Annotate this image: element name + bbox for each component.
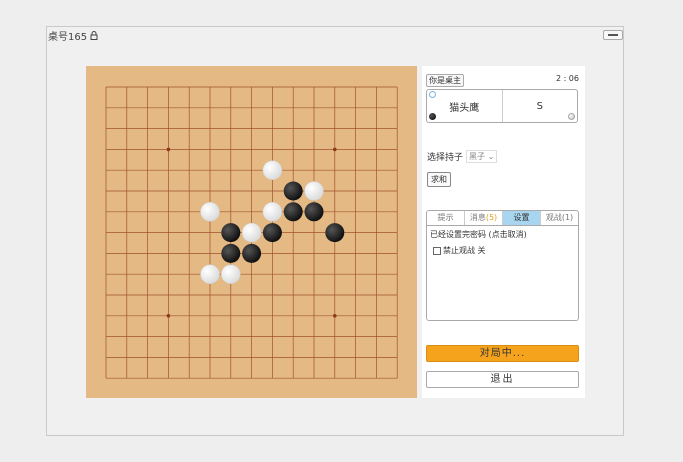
white-stone xyxy=(241,222,262,243)
players-box: 猫头鹰 S xyxy=(426,89,578,123)
forbid-watch-label: 禁止观战 关 xyxy=(443,246,486,255)
star-point xyxy=(333,147,337,152)
white-stone xyxy=(262,160,283,180)
black-stone xyxy=(283,202,303,222)
tab-bar: 提示 消息(5) 设置 观战(1) xyxy=(427,211,578,226)
player-right: S xyxy=(501,90,578,122)
black-stone xyxy=(221,223,241,243)
white-stone xyxy=(200,202,220,222)
white-stone xyxy=(221,264,241,284)
player-left-name: 猫头鹰 xyxy=(449,102,480,114)
password-setting-link[interactable]: 已经设置完密码 (点击取消) xyxy=(430,229,575,240)
black-stone-icon xyxy=(429,113,436,120)
player-right-name: S xyxy=(536,100,543,112)
window-title: 桌号165 xyxy=(48,28,98,43)
black-stone xyxy=(325,223,345,243)
color-select-value: 黑子 xyxy=(469,152,486,161)
tab-hints[interactable]: 提示 xyxy=(427,211,465,225)
tab-spectators[interactable]: 观战(1) xyxy=(541,211,578,225)
draw-button[interactable]: 求和 xyxy=(427,172,451,187)
black-stone xyxy=(262,223,282,243)
lock-icon xyxy=(90,31,98,40)
checkbox[interactable] xyxy=(433,246,441,255)
choose-color-row: 选择持子 黑子 ⌄ xyxy=(427,150,498,163)
minimize-button[interactable] xyxy=(603,30,623,40)
tab-settings[interactable]: 设置 xyxy=(503,211,541,225)
black-stone xyxy=(304,202,324,222)
side-panel: 你是桌主 2 : 06 猫头鹰 S 选择持子 黑子 ⌄ 求和 提示 消息(5) … xyxy=(422,66,585,398)
star-point xyxy=(166,147,171,152)
white-stone xyxy=(304,181,324,201)
white-stone xyxy=(200,264,220,284)
black-stone xyxy=(221,243,241,263)
game-timer: 2 : 06 xyxy=(555,74,579,83)
color-select[interactable]: 黑子 ⌄ xyxy=(466,150,498,163)
white-stone xyxy=(262,202,283,222)
avatar-icon xyxy=(429,91,436,98)
black-stone xyxy=(283,181,303,201)
host-tag: 你是桌主 xyxy=(426,74,464,87)
tab-messages[interactable]: 消息(5) xyxy=(465,211,503,225)
tab-box: 提示 消息(5) 设置 观战(1) 已经设置完密码 (点击取消) 禁止观战 关 xyxy=(426,210,579,321)
game-status-button[interactable]: 对局中... xyxy=(426,345,579,362)
player-left: 猫头鹰 xyxy=(427,90,502,122)
white-stone-icon xyxy=(568,113,575,120)
forbid-watch-option[interactable]: 禁止观战 关 xyxy=(433,245,575,256)
board-grid[interactable] xyxy=(86,66,417,398)
exit-button[interactable]: 退出 xyxy=(426,371,579,388)
star-point xyxy=(333,314,337,318)
settings-content: 已经设置完密码 (点击取消) 禁止观战 关 xyxy=(427,226,578,259)
star-point xyxy=(166,314,171,318)
table-number: 桌号165 xyxy=(48,32,88,43)
chevron-down-icon: ⌄ xyxy=(487,152,495,161)
gomoku-board[interactable] xyxy=(86,66,417,398)
black-stone xyxy=(242,243,262,263)
choose-color-label: 选择持子 xyxy=(427,153,464,163)
